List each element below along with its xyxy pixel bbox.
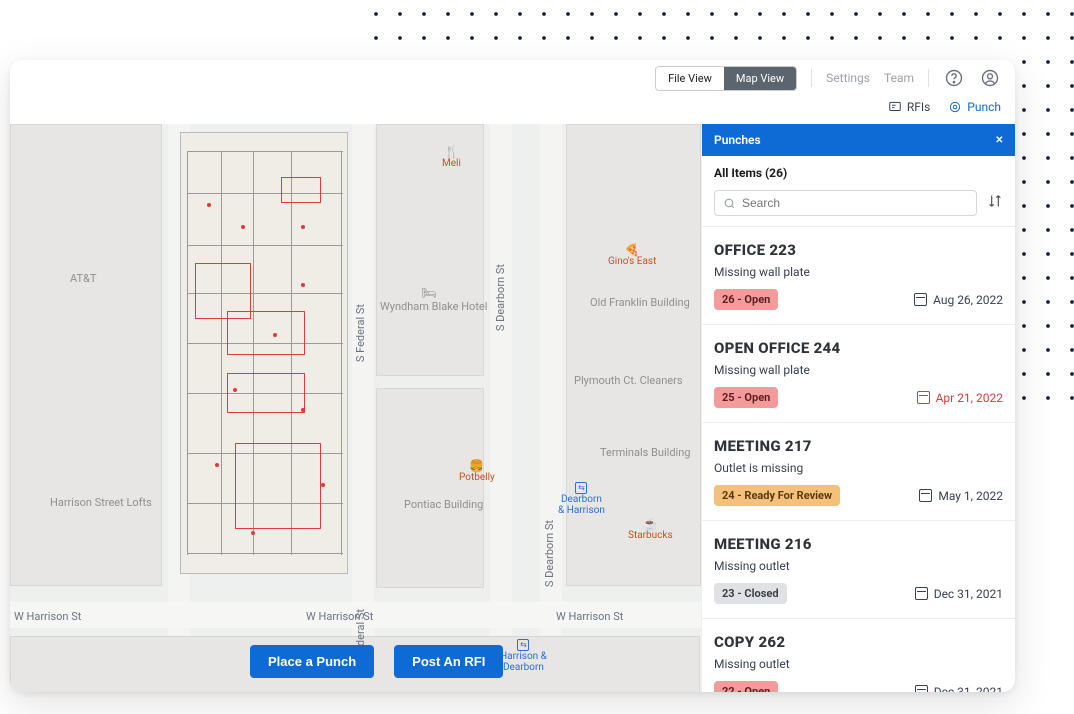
map-canvas[interactable]: S Federal St S Federal St S Dearborn St … xyxy=(10,124,701,692)
map-label-harrison-lofts: Harrison Street Lofts xyxy=(50,496,152,509)
close-icon[interactable]: × xyxy=(996,132,1003,148)
punch-desc: Outlet is missing xyxy=(714,461,1003,475)
punch-item[interactable]: OFFICE 223 Missing wall plate 26 - Open Aug… xyxy=(702,226,1015,324)
rfis-label: RFIs xyxy=(907,100,930,114)
status-badge: 26 - Open xyxy=(714,289,778,310)
punch-desc: Missing wall plate xyxy=(714,265,1003,279)
map-label-terminals: Terminals Building xyxy=(600,446,690,459)
punch-meta-row: 23 - Closed Dec 31, 2021 xyxy=(714,583,1003,604)
poi-starbucks: ☕Starbucks xyxy=(628,518,673,541)
punch-meta-row: 26 - Open Aug 26, 2022 xyxy=(714,289,1003,310)
map-label-wyndham: 🛏 Wyndham Blake Hotel xyxy=(380,286,478,313)
map-block xyxy=(376,124,484,376)
label-text: Wyndham Blake Hotel xyxy=(380,300,487,313)
poi-label: Potbelly xyxy=(459,472,495,483)
help-icon[interactable] xyxy=(943,67,965,89)
calendar-icon xyxy=(914,293,927,306)
calendar-icon xyxy=(919,489,932,502)
punch-item[interactable]: OPEN OFFICE 244 Missing wall plate 25 - Op… xyxy=(702,324,1015,422)
panel-subheader: All Items (26) xyxy=(702,156,1015,180)
main-area: S Federal St S Federal St S Dearborn St … xyxy=(10,124,1015,692)
transit-label: Harrison & Dearborn xyxy=(500,651,547,673)
map-block xyxy=(376,388,484,588)
street-label: W Harrison St xyxy=(306,610,373,623)
search-input[interactable] xyxy=(742,196,968,210)
punches-panel: Punches × All Items (26) OFFICE 223 Missi… xyxy=(701,124,1015,692)
punch-title: OFFICE 223 xyxy=(714,241,1003,259)
punch-title: MEETING 217 xyxy=(714,437,1003,455)
transit-harrison-dearborn: ⇆ Harrison & Dearborn xyxy=(500,639,547,673)
floorplan-overlay xyxy=(180,132,348,574)
street-label: W Harrison St xyxy=(556,610,623,623)
divider xyxy=(928,69,929,87)
punch-date: May 1, 2022 xyxy=(919,489,1003,503)
street-label: S Dearborn St xyxy=(494,264,507,331)
panel-title: Punches xyxy=(714,133,761,147)
punch-desc: Missing outlet xyxy=(714,657,1003,671)
post-rfi-button[interactable]: Post An RFI xyxy=(394,645,503,678)
panel-header: Punches × xyxy=(702,124,1015,156)
file-view-tab[interactable]: File View xyxy=(656,67,724,90)
map-label-old-franklin: Old Franklin Building xyxy=(590,296,690,309)
poi-ginos: 🍕Gino's East xyxy=(608,244,656,267)
map-label-plymouth: Plymouth Ct. Cleaners xyxy=(574,374,683,387)
calendar-icon xyxy=(915,685,928,692)
transit-dearborn-harrison: ⇆ Dearborn & Harrison xyxy=(558,482,605,516)
punch-date: Apr 21, 2022 xyxy=(917,391,1003,405)
punch-title: MEETING 216 xyxy=(714,535,1003,553)
top-toolbar: File View Map View Settings Team xyxy=(10,60,1015,96)
status-badge: 24 - Ready For Review xyxy=(714,485,840,506)
map-view-tab[interactable]: Map View xyxy=(724,67,796,90)
poi-label: Gino's East xyxy=(608,256,656,267)
map-label-att: AT&T xyxy=(70,272,96,285)
map-block xyxy=(566,124,701,586)
poi-potbelly: 🍔Potbelly xyxy=(459,460,495,483)
rfis-tab[interactable]: RFIs xyxy=(888,100,930,114)
calendar-icon xyxy=(915,587,928,600)
street-label: W Harrison St xyxy=(14,610,81,623)
punch-date: Dec 31, 2021 xyxy=(915,587,1003,601)
punch-desc: Missing outlet xyxy=(714,559,1003,573)
user-icon[interactable] xyxy=(979,67,1001,89)
status-badge: 23 - Closed xyxy=(714,583,787,604)
punch-item[interactable]: COPY 262 Missing outlet 22 - Open Dec 31, 2… xyxy=(702,618,1015,692)
app-window: File View Map View Settings Team RFIs Pu… xyxy=(10,60,1015,692)
search-field-wrap xyxy=(714,190,977,216)
punch-title: OPEN OFFICE 244 xyxy=(714,339,1003,357)
punch-tab[interactable]: Punch xyxy=(948,100,1001,114)
punch-item[interactable]: MEETING 217 Outlet is missing 24 - Ready F… xyxy=(702,422,1015,520)
sort-icon[interactable] xyxy=(987,193,1003,213)
view-toggle: File View Map View xyxy=(655,66,797,91)
map-label-pontiac: Pontiac Building xyxy=(404,498,483,511)
punch-title: COPY 262 xyxy=(714,633,1003,651)
status-badge: 25 - Open xyxy=(714,387,778,408)
punch-item[interactable]: MEETING 216 Missing outlet 23 - Closed Dec … xyxy=(702,520,1015,618)
transit-label: Dearborn & Harrison xyxy=(558,494,605,516)
punch-meta-row: 22 - Open Dec 31, 2021 xyxy=(714,681,1003,692)
poi-meli: 🍴Meli xyxy=(442,146,461,169)
team-link[interactable]: Team xyxy=(884,71,914,85)
settings-link[interactable]: Settings xyxy=(826,71,870,85)
poi-label: Starbucks xyxy=(628,530,673,541)
search-icon xyxy=(723,197,736,210)
punch-list[interactable]: OFFICE 223 Missing wall plate 26 - Open Aug… xyxy=(702,226,1015,692)
map-action-bar: Place a Punch Post An RFI xyxy=(250,645,503,678)
place-punch-button[interactable]: Place a Punch xyxy=(250,645,374,678)
punch-meta-row: 24 - Ready For Review May 1, 2022 xyxy=(714,485,1003,506)
poi-label: Meli xyxy=(442,158,461,169)
punch-date: Aug 26, 2022 xyxy=(914,293,1003,307)
punch-date: Dec 31, 2021 xyxy=(915,685,1003,693)
map-block xyxy=(10,124,162,586)
divider xyxy=(811,69,812,87)
street-label: S Federal St xyxy=(354,304,367,362)
punch-desc: Missing wall plate xyxy=(714,363,1003,377)
sub-toolbar: RFIs Punch xyxy=(10,96,1015,124)
calendar-icon xyxy=(917,391,930,404)
panel-search-row xyxy=(702,180,1015,226)
status-badge: 22 - Open xyxy=(714,681,778,692)
punch-meta-row: 25 - Open Apr 21, 2022 xyxy=(714,387,1003,408)
street-label: S Dearborn St xyxy=(543,520,556,587)
punch-label: Punch xyxy=(967,100,1001,114)
